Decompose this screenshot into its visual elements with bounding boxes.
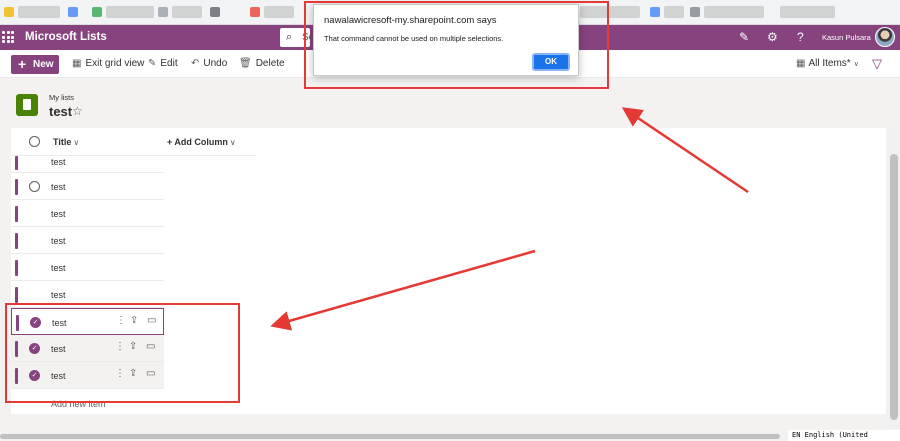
arrow-to-dialog	[621, 107, 749, 194]
annotation-arrows	[270, 107, 749, 331]
arrow-to-selection	[270, 249, 536, 331]
